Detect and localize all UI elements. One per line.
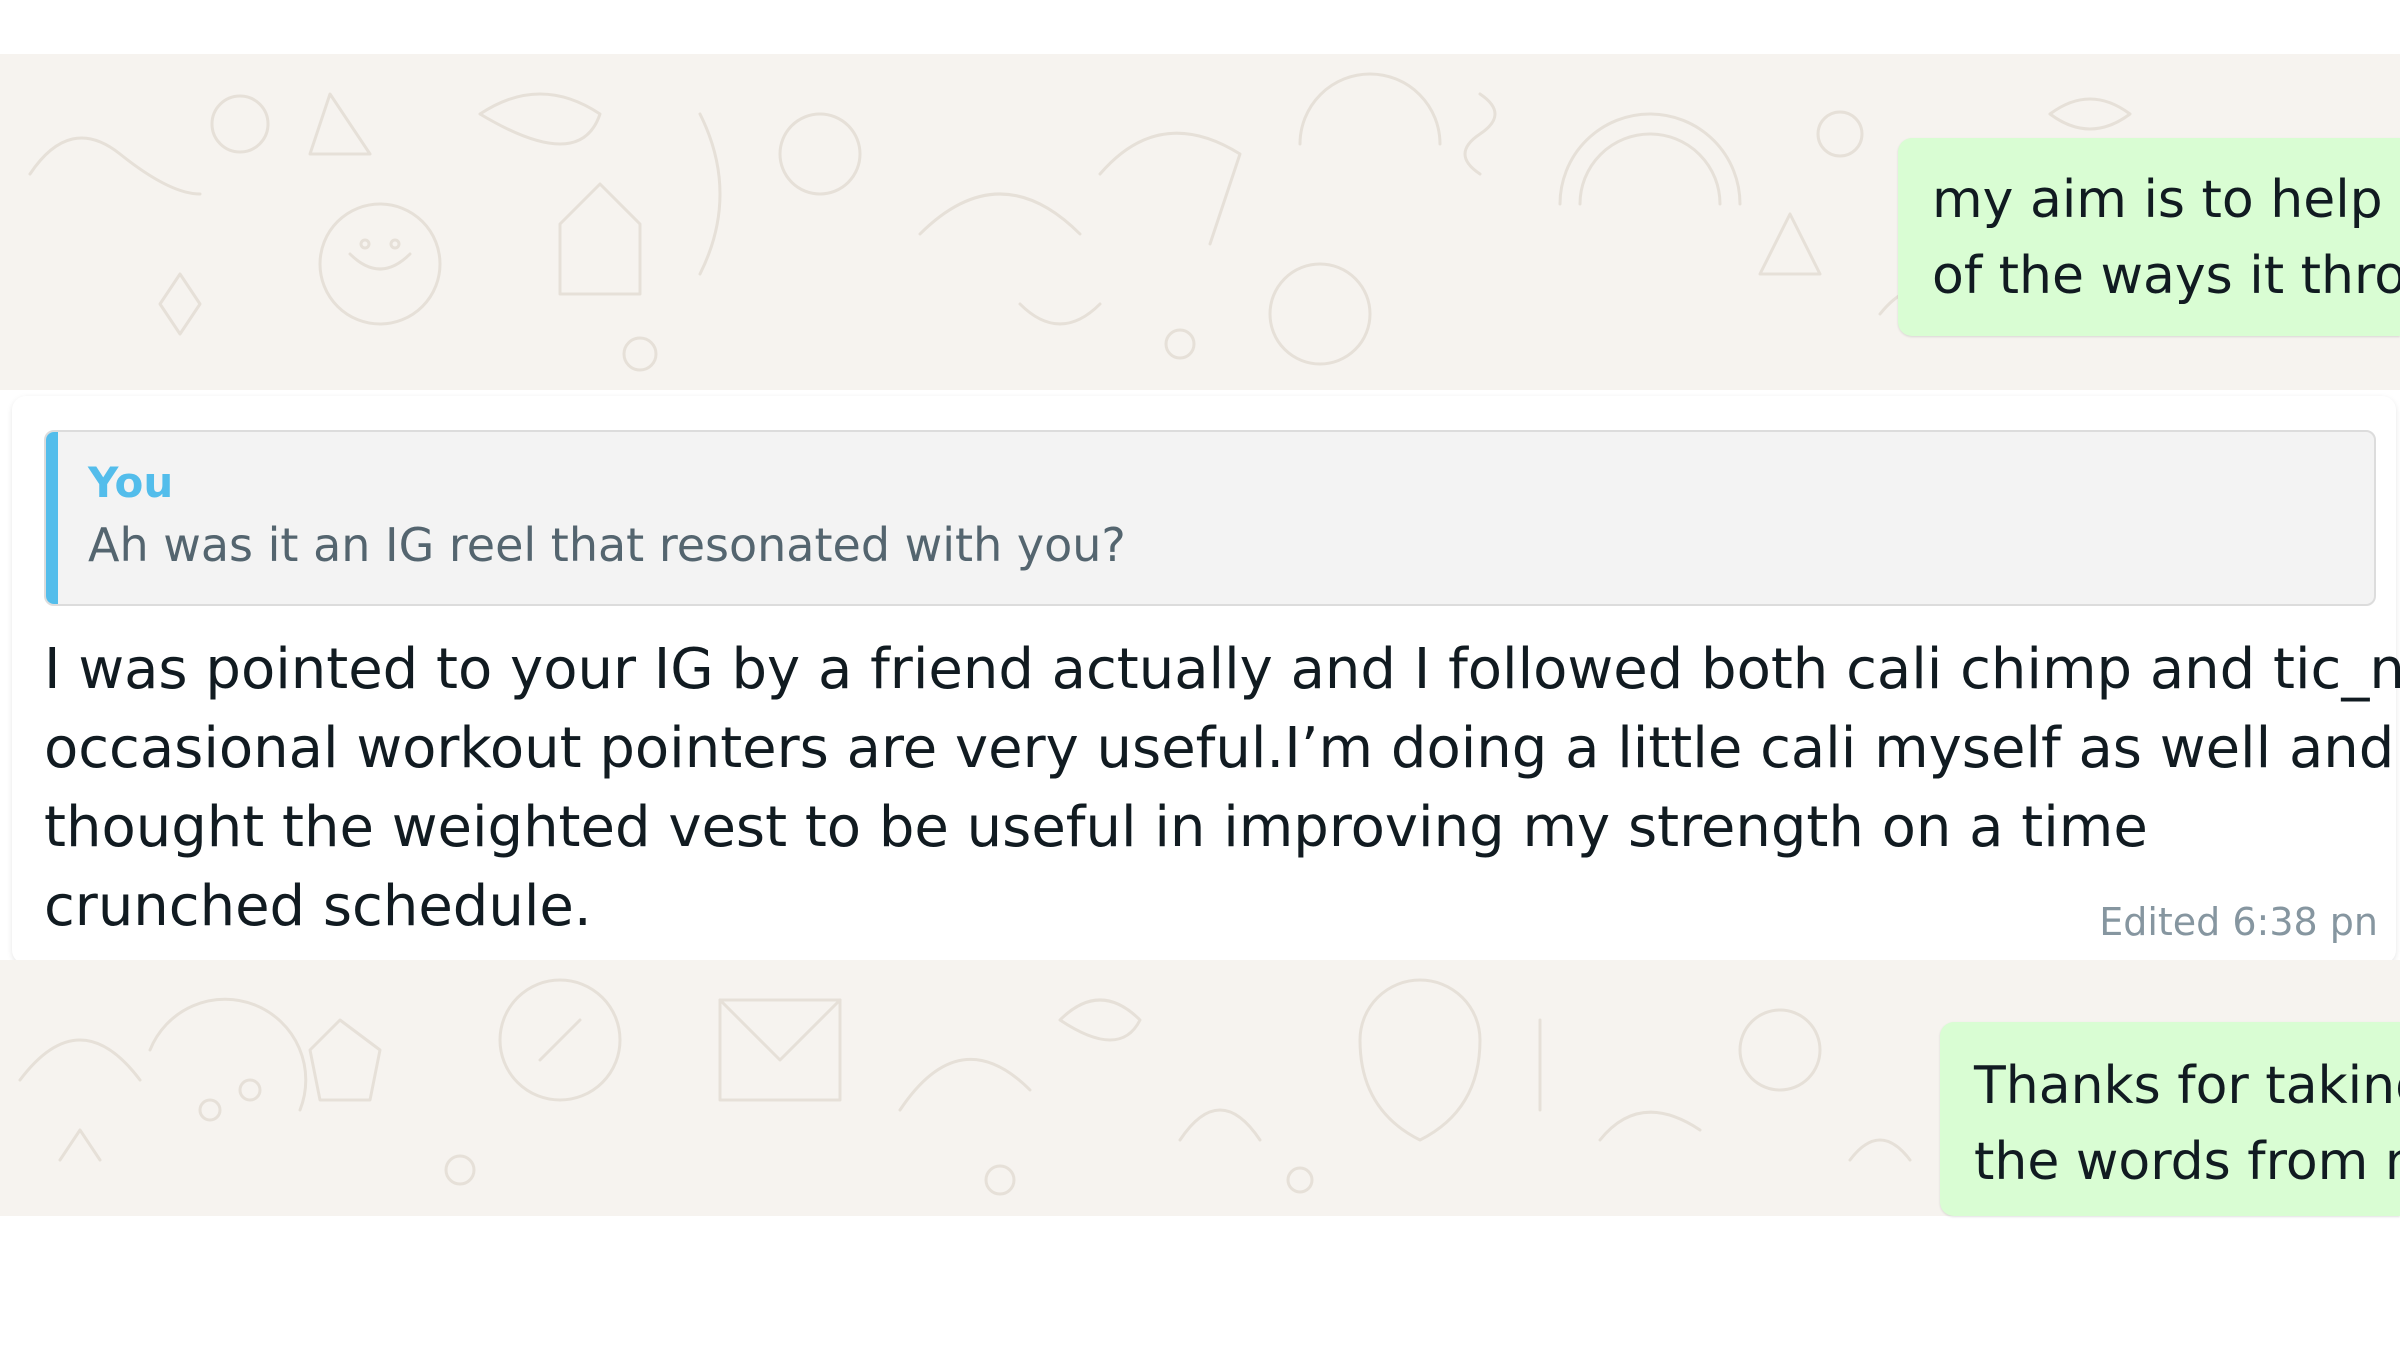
message-text-line: Thanks for taking bbox=[1974, 1056, 2400, 1116]
message-timestamp: Edited 6:38 pn bbox=[2099, 900, 2378, 944]
outgoing-message-bubble[interactable]: my aim is to help p of the ways it thro bbox=[1898, 138, 2400, 336]
quoted-author: You bbox=[88, 458, 174, 507]
quote-accent-bar bbox=[46, 432, 58, 604]
message-text-line: of the ways it thro bbox=[1932, 246, 2400, 306]
message-text-line: my aim is to help p bbox=[1932, 170, 2400, 230]
message-text: I was pointed to your IG by a friend act… bbox=[44, 630, 2400, 946]
message-text-line: thought the weighted vest to be useful i… bbox=[44, 795, 2148, 860]
quoted-text: Ah was it an IG reel that resonated with… bbox=[88, 518, 1126, 572]
message-text-line: occasional workout pointers are very use… bbox=[44, 716, 2395, 781]
message-text-line: the words from m bbox=[1974, 1132, 2400, 1192]
message-text-line: I was pointed to your IG by a friend act… bbox=[44, 637, 2400, 702]
chat-screen: my aim is to help p of the ways it thro … bbox=[0, 0, 2400, 1350]
message-text-line: crunched schedule. bbox=[44, 874, 592, 939]
outgoing-message-bubble[interactable]: Thanks for taking the words from m bbox=[1940, 1022, 2400, 1216]
quoted-reply[interactable]: You Ah was it an IG reel that resonated … bbox=[44, 430, 2376, 606]
